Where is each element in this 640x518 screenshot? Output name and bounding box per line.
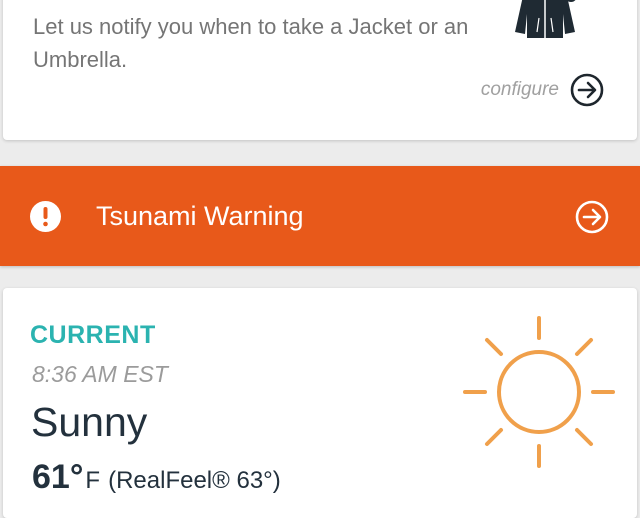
current-heading: CURRENT [30,321,156,349]
tsunami-warning-banner[interactable]: Tsunami Warning [0,166,640,266]
temperature-value: 61° [32,458,84,496]
arrow-circle-right-icon [575,200,609,234]
notification-message: Let us notify you when to take a Jacket … [33,14,469,72]
arrow-circle-right-icon [570,73,604,107]
warning-text: Tsunami Warning [96,201,304,231]
realfeel-value: (RealFeel® 63°) [108,467,281,494]
alert-circle-icon [30,201,61,232]
current-weather-card[interactable]: CURRENT 8:36 AM EST Sunny 61° F (RealFee… [3,288,637,518]
configure-button[interactable]: configure [481,72,605,108]
weather-condition: Sunny [31,399,148,445]
observation-time: 8:36 AM EST [32,361,168,387]
sun-icon [463,316,615,468]
configure-label: configure [480,79,559,100]
temperature-unit: F [85,467,101,494]
notification-card: Let us notify you when to take a Jacket … [3,0,637,140]
temperature-row: 61° F (RealFeel® 63°) [32,458,281,497]
jacket-icon [515,0,576,38]
